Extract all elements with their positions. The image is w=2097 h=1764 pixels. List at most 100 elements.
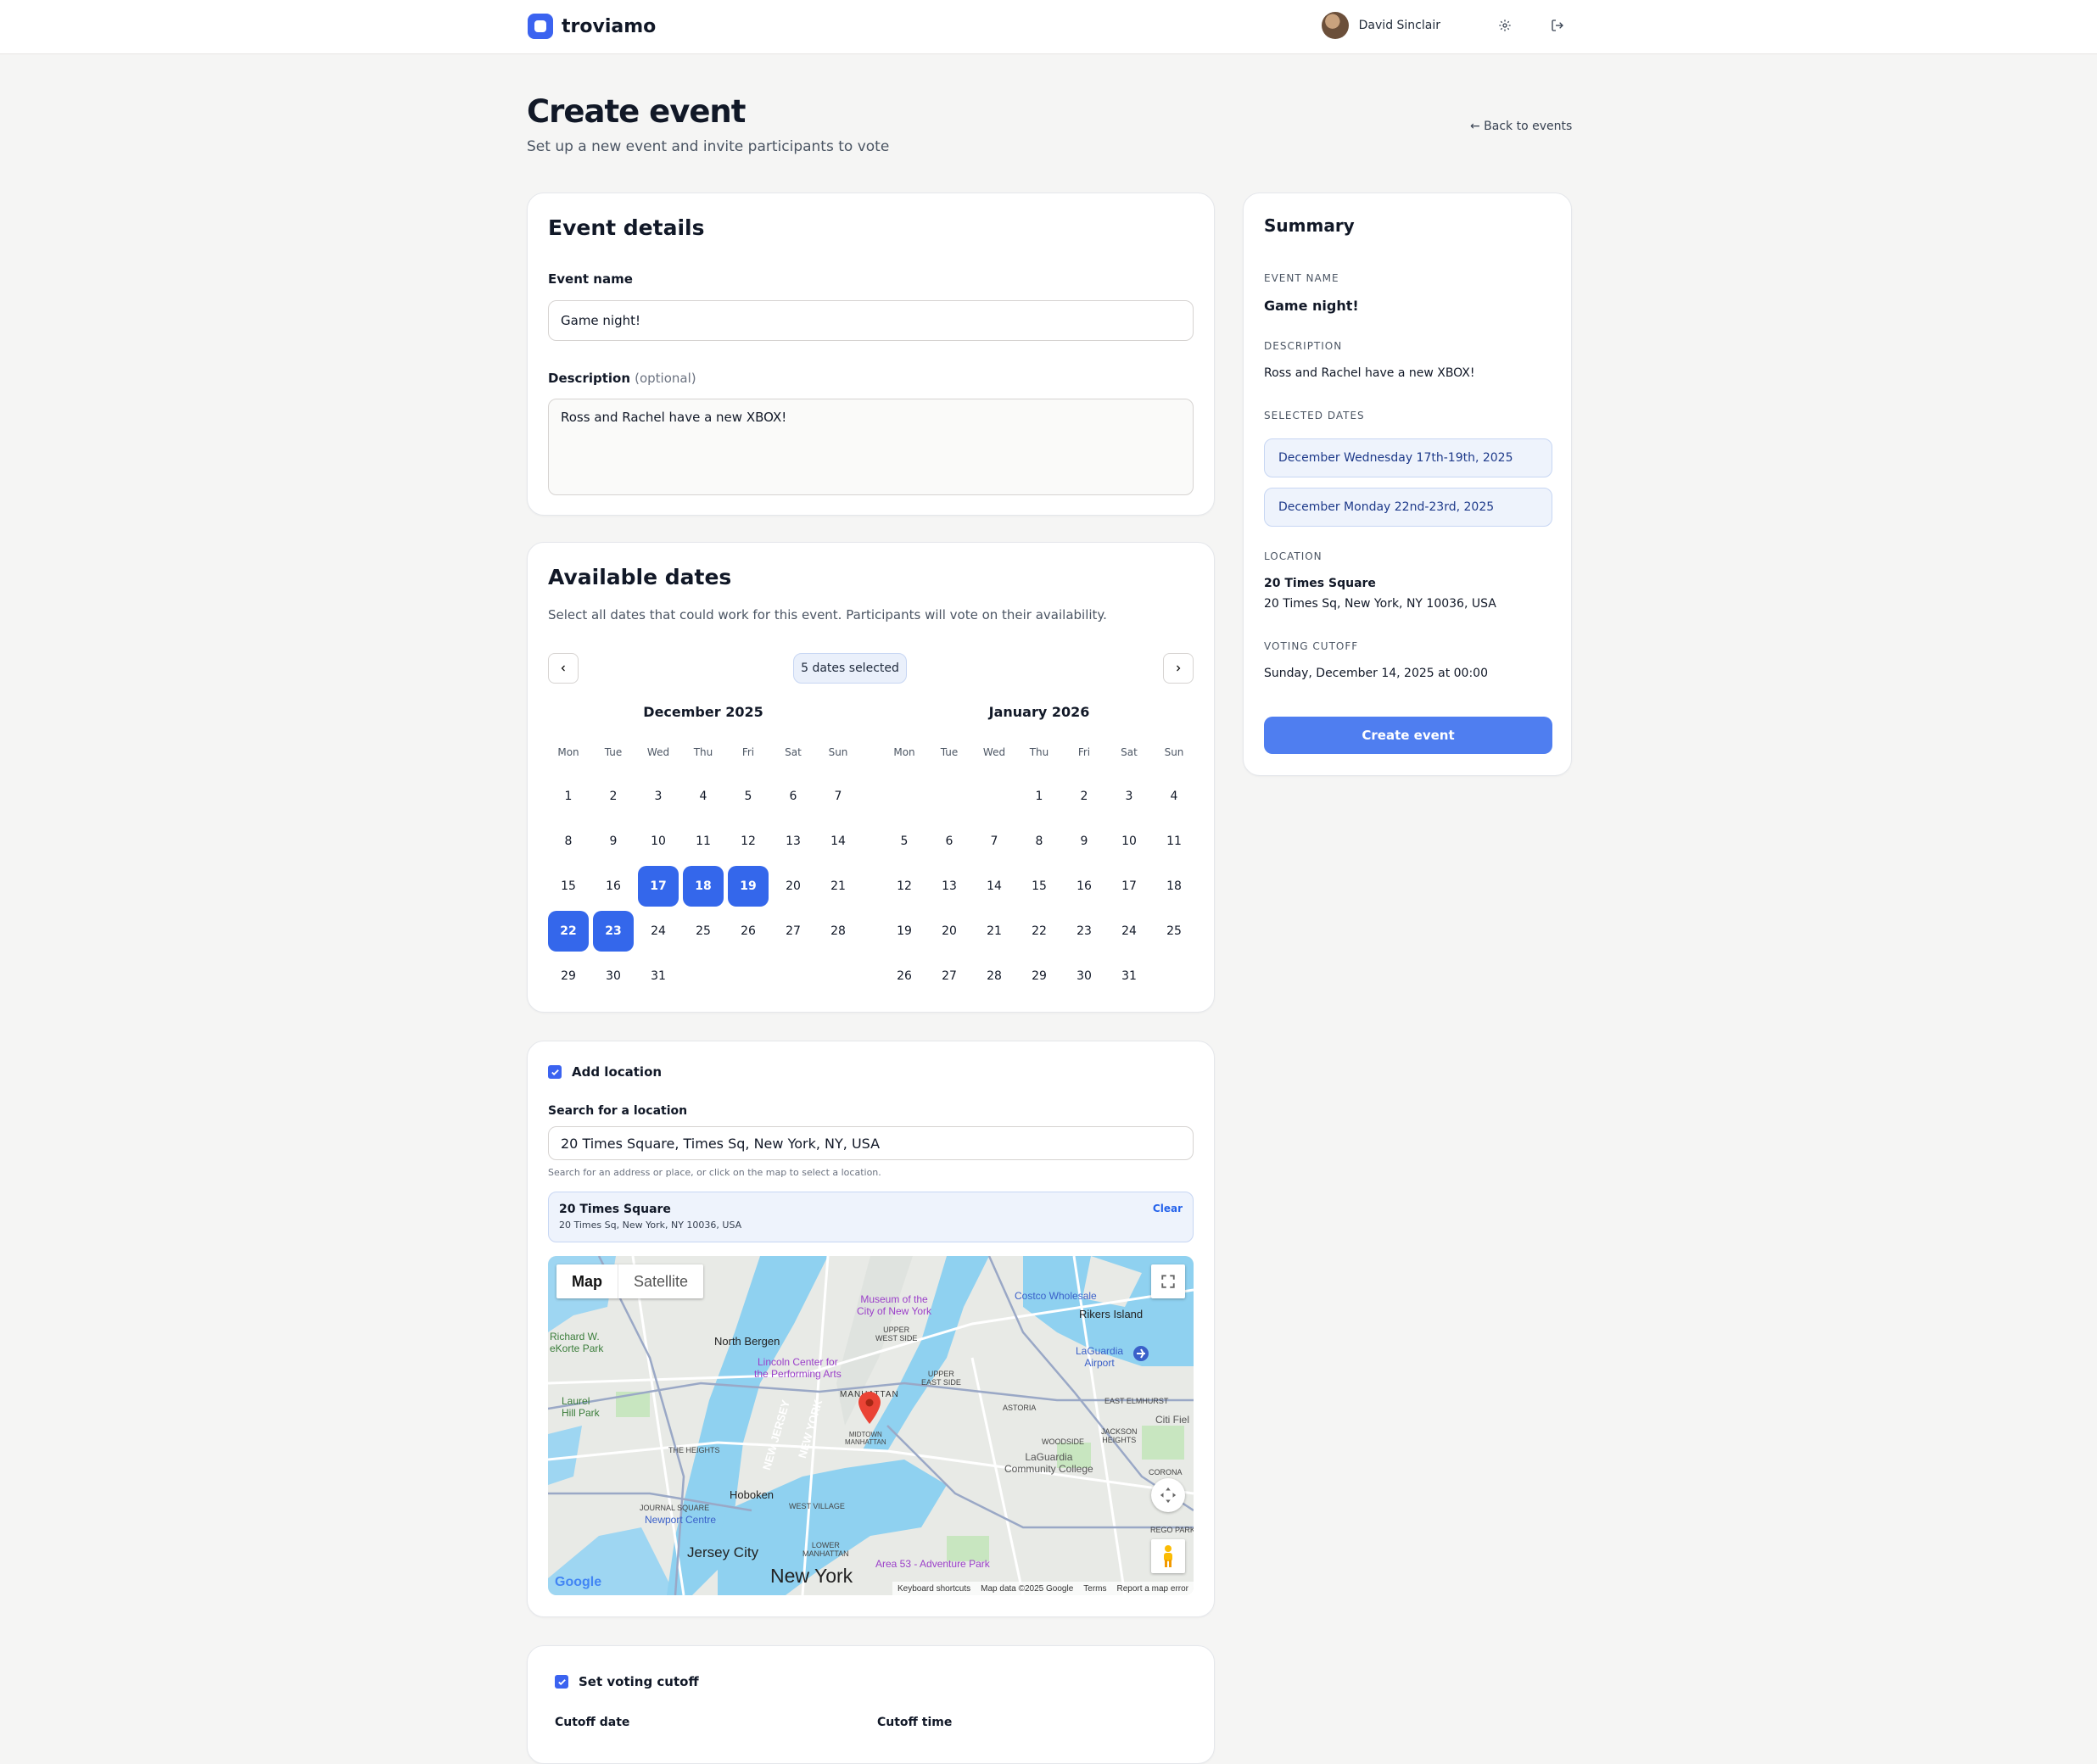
logo-icon [528,14,553,39]
calendar-day[interactable]: 17 [1109,866,1149,907]
calendar-day[interactable]: 9 [593,821,634,862]
terms-link[interactable]: Terms [1083,1584,1106,1594]
calendar-day[interactable]: 27 [773,911,814,952]
map-pin-icon[interactable] [858,1392,881,1424]
calendar-day[interactable]: 28 [974,956,1015,996]
clear-location-button[interactable]: Clear [1153,1203,1183,1214]
calendar-day[interactable]: 15 [548,866,589,907]
calendar-day[interactable]: 29 [548,956,589,996]
calendar-day[interactable]: 20 [773,866,814,907]
calendar-day[interactable]: 12 [884,866,925,907]
calendar-day[interactable]: 28 [818,911,858,952]
location-search-input[interactable]: 20 Times Square, Times Sq, New York, NY,… [548,1126,1194,1160]
calendar-day[interactable]: 7 [818,776,858,817]
event-name-input[interactable]: Game night! [548,300,1194,341]
settings-button[interactable] [1493,14,1517,37]
fullscreen-button[interactable] [1151,1264,1185,1298]
calendar-day[interactable]: 6 [929,821,970,862]
avatar[interactable] [1321,12,1349,39]
calendar-day[interactable]: 22 [1019,911,1060,952]
next-month-button[interactable] [1163,653,1194,684]
calendar-day[interactable]: 4 [683,776,724,817]
map-label-the-heights: THE HEIGHTS [668,1446,720,1454]
summary-date-chip: December Wednesday 17th-19th, 2025 [1264,438,1552,477]
calendar-day[interactable]: 26 [728,911,769,952]
calendar-day[interactable]: 24 [1109,911,1149,952]
calendar-day[interactable]: 23 [1064,911,1104,952]
back-to-events-link[interactable]: ← Back to events [1470,120,1572,133]
logout-button[interactable] [1546,14,1569,37]
calendar-day[interactable]: 14 [974,866,1015,907]
calendar-day[interactable]: 4 [1154,776,1194,817]
calendar-day[interactable]: 27 [929,956,970,996]
pegman-button[interactable] [1151,1539,1185,1573]
map-label-jackson-heights: JACKSON HEIGHTS [1101,1427,1138,1444]
calendar-day[interactable]: 16 [593,866,634,907]
calendar-day[interactable]: 25 [1154,911,1194,952]
calendar-day[interactable]: 18 [683,866,724,907]
calendar-day[interactable]: 5 [728,776,769,817]
calendar-day[interactable]: 11 [1154,821,1194,862]
map-tab-satellite[interactable]: Satellite [618,1264,703,1298]
calendar-day[interactable]: 10 [638,821,679,862]
calendar-day[interactable]: 14 [818,821,858,862]
calendar-day[interactable]: 26 [884,956,925,996]
user-menu: David Sinclair [1321,12,1569,39]
create-event-button[interactable]: Create event [1264,717,1552,754]
calendar-day[interactable]: 19 [884,911,925,952]
weekday-header: Tue [604,746,623,758]
voting-cutoff-checkbox[interactable] [555,1675,568,1689]
calendar-day[interactable]: 2 [593,776,634,817]
location-map[interactable]: North Bergen Richard W. eKorte Park Laur… [548,1256,1194,1595]
calendar-day[interactable]: 7 [974,821,1015,862]
calendar-day[interactable]: 8 [1019,821,1060,862]
description-textarea[interactable]: Ross and Rachel have a new XBOX! [548,399,1194,495]
calendar-day[interactable]: 8 [548,821,589,862]
calendar-day[interactable]: 12 [728,821,769,862]
add-location-toggle[interactable]: Add location [548,1064,662,1080]
calendar-day[interactable]: 30 [593,956,634,996]
calendar-day[interactable]: 13 [929,866,970,907]
calendar-day[interactable]: 10 [1109,821,1149,862]
fullscreen-icon [1161,1275,1175,1288]
voting-cutoff-toggle[interactable]: Set voting cutoff [555,1674,699,1689]
calendar-day[interactable]: 23 [593,911,634,952]
calendar-day[interactable]: 5 [884,821,925,862]
prev-month-button[interactable] [548,653,579,684]
keyboard-shortcuts-link[interactable]: Keyboard shortcuts [898,1584,970,1594]
calendar-day[interactable]: 21 [974,911,1015,952]
calendar-day[interactable]: 22 [548,911,589,952]
calendar-day[interactable]: 15 [1019,866,1060,907]
app-logo[interactable]: troviamo [528,14,656,39]
calendar-day[interactable]: 24 [638,911,679,952]
calendar-day[interactable]: 30 [1064,956,1104,996]
calendar-day[interactable]: 31 [1109,956,1149,996]
calendar-day[interactable]: 3 [1109,776,1149,817]
calendar-day[interactable]: 11 [683,821,724,862]
calendar-day[interactable]: 13 [773,821,814,862]
map-label-woodside: WOODSIDE [1042,1437,1085,1446]
weekday-header: Tue [940,746,959,758]
calendar-day[interactable]: 21 [818,866,858,907]
calendar-day[interactable]: 2 [1064,776,1104,817]
calendar-day[interactable]: 29 [1019,956,1060,996]
calendar-day[interactable]: 1 [1019,776,1060,817]
calendar-day[interactable]: 6 [773,776,814,817]
calendar-day[interactable]: 25 [683,911,724,952]
camera-control-icon [1160,1487,1177,1504]
camera-control-button[interactable] [1151,1478,1185,1512]
calendar-day[interactable]: 9 [1064,821,1104,862]
report-map-error-link[interactable]: Report a map error [1117,1584,1188,1594]
map-label-citi-field: Citi Fiel [1155,1414,1190,1426]
calendar-day[interactable]: 3 [638,776,679,817]
calendar-day[interactable]: 1 [548,776,589,817]
summary-location-label: LOCATION [1264,550,1323,562]
calendar-day[interactable]: 18 [1154,866,1194,907]
calendar-day[interactable]: 20 [929,911,970,952]
map-tab-map[interactable]: Map [556,1264,618,1298]
calendar-day[interactable]: 16 [1064,866,1104,907]
calendar-day[interactable]: 19 [728,866,769,907]
add-location-checkbox[interactable] [548,1065,562,1079]
calendar-day[interactable]: 17 [638,866,679,907]
calendar-day[interactable]: 31 [638,956,679,996]
